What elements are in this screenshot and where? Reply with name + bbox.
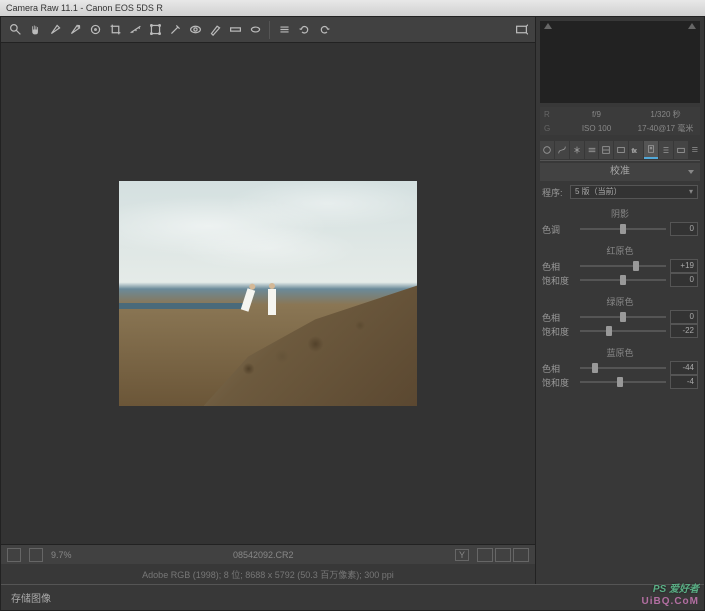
calibration-panel: 程序: 5 版（当前） 阴影 色调 0 红原色 色相 +19 饱和度 (540, 181, 700, 584)
spot-removal-tool-icon[interactable] (167, 22, 183, 38)
panel-title[interactable]: 校准 (540, 163, 700, 181)
canvas-status-bar: 9.7% 08542092.CR2 Y (1, 544, 535, 564)
view-single-icon[interactable] (477, 548, 493, 562)
toggle-mark-icon[interactable] (7, 548, 21, 562)
preview-toggle-icon[interactable] (513, 22, 529, 38)
blue-hue-slider[interactable]: 色相 -44 (542, 361, 698, 375)
window-title: Camera Raw 11.1 - Canon EOS 5DS R (6, 3, 163, 13)
green-head: 绿原色 (542, 295, 698, 308)
tab-calibration[interactable] (644, 141, 658, 159)
tab-lens[interactable] (614, 141, 628, 159)
left-pane: 9.7% 08542092.CR2 Y Adobe RGB (1998); 8 … (1, 17, 536, 584)
exif-shutter: 1/320 秒 (631, 109, 700, 120)
toggle-mark-2-icon[interactable] (29, 548, 43, 562)
exif-iso: ISO 100 (562, 124, 631, 133)
workflow-info-bar[interactable]: Adobe RGB (1998); 8 位; 8688 x 5792 (50.3… (1, 564, 535, 584)
tab-basic[interactable] (540, 141, 554, 159)
adjustment-brush-icon[interactable] (207, 22, 223, 38)
svg-text:fx: fx (632, 148, 637, 154)
dialog-footer: 存储图像 (1, 584, 704, 610)
tab-presets[interactable] (659, 141, 673, 159)
red-head: 红原色 (542, 244, 698, 257)
rotate-ccw-icon[interactable] (296, 22, 312, 38)
rotate-cw-icon[interactable] (316, 22, 332, 38)
save-image-button[interactable]: 存储图像 (11, 590, 51, 605)
filename-label: 08542092.CR2 (233, 550, 294, 560)
exif-r-label: R (540, 110, 562, 119)
right-panel: document.write(Array.from({length:60},(_… (536, 17, 704, 584)
tab-detail[interactable] (570, 141, 584, 159)
exif-lens: 17-40@17 毫米 (631, 123, 700, 134)
graduated-filter-icon[interactable] (227, 22, 243, 38)
process-dropdown[interactable]: 5 版（当前） (570, 185, 698, 199)
exif-g-label: G (540, 124, 562, 133)
zoom-level[interactable]: 9.7% (51, 550, 72, 560)
exif-aperture: f/9 (562, 110, 631, 119)
shadows-head: 阴影 (542, 207, 698, 220)
target-adjust-tool-icon[interactable] (87, 22, 103, 38)
green-sat-slider[interactable]: 饱和度 -22 (542, 324, 698, 338)
image-canvas[interactable] (1, 43, 535, 544)
view-grid-icon[interactable] (513, 548, 529, 562)
histogram-body: document.write(Array.from({length:60},(_… (542, 29, 698, 101)
workflow-info-text: Adobe RGB (1998); 8 位; 8688 x 5792 (50.3… (11, 568, 525, 581)
histogram[interactable]: document.write(Array.from({length:60},(_… (540, 21, 700, 103)
tab-snapshots[interactable] (674, 141, 688, 159)
redeye-tool-icon[interactable] (187, 22, 203, 38)
view-mode-icons (477, 548, 529, 562)
preview-image (119, 181, 417, 406)
blue-sat-slider[interactable]: 饱和度 -4 (542, 375, 698, 389)
process-label: 程序: (542, 186, 570, 199)
transform-tool-icon[interactable] (147, 22, 163, 38)
panel-menu-icon[interactable]: ≡ (690, 144, 700, 156)
window-titlebar: Camera Raw 11.1 - Canon EOS 5DS R (0, 0, 705, 16)
red-sat-slider[interactable]: 饱和度 0 (542, 273, 698, 287)
top-toolbar (1, 17, 535, 43)
view-split-icon[interactable] (495, 548, 511, 562)
app-frame: 9.7% 08542092.CR2 Y Adobe RGB (1998); 8 … (0, 16, 705, 611)
radial-filter-icon[interactable] (247, 22, 263, 38)
straighten-tool-icon[interactable] (127, 22, 143, 38)
color-sampler-tool-icon[interactable] (67, 22, 83, 38)
tab-split[interactable] (599, 141, 613, 159)
tab-hsl[interactable] (585, 141, 599, 159)
white-balance-tool-icon[interactable] (47, 22, 63, 38)
preferences-icon[interactable] (276, 22, 292, 38)
zoom-tool-icon[interactable] (7, 22, 23, 38)
green-hue-slider[interactable]: 色相 0 (542, 310, 698, 324)
main-row: 9.7% 08542092.CR2 Y Adobe RGB (1998); 8 … (1, 17, 704, 584)
exif-readout: R f/9 1/320 秒 G ISO 100 17-40@17 毫米 (540, 107, 700, 135)
tab-fx[interactable]: fx (629, 141, 643, 159)
red-hue-slider[interactable]: 色相 +19 (542, 259, 698, 273)
toolbar-separator (269, 21, 270, 39)
blue-head: 蓝原色 (542, 346, 698, 359)
panel-tab-row: fx ≡ (540, 139, 700, 161)
shadows-tint-slider[interactable]: 色调 0 (542, 222, 698, 236)
before-after-icon[interactable]: Y (455, 549, 469, 561)
tab-curve[interactable] (555, 141, 569, 159)
crop-tool-icon[interactable] (107, 22, 123, 38)
hand-tool-icon[interactable] (27, 22, 43, 38)
